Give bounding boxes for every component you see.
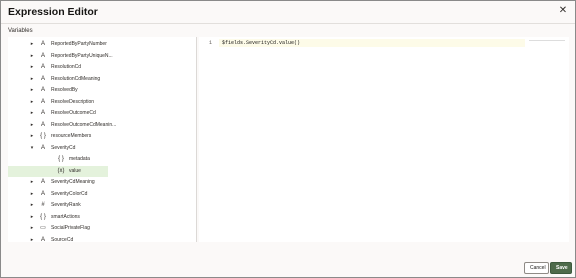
variable-label: metadata [69, 156, 90, 162]
expand-icon[interactable]: ▸ [29, 235, 35, 243]
dialog-title: Expression Editor [8, 6, 98, 18]
code-editor[interactable]: 1 $fields.SeverityCd.value() [199, 37, 569, 242]
expand-icon[interactable]: ▸ [29, 120, 35, 131]
expand-icon[interactable]: ▸ [29, 39, 35, 50]
variable-type-icon: A [40, 75, 45, 82]
variable-type-icon: A [40, 87, 45, 93]
collapse-icon[interactable]: ▾ [29, 143, 35, 154]
variable-label: SeverityCdMeaning [51, 179, 95, 185]
expand-icon[interactable]: ▸ [29, 108, 35, 119]
variable-type-icon: (x) [57, 167, 65, 174]
variable-item-socialprivateflag[interactable]: ▸ ▭ SocialPrivateFlag [8, 223, 196, 234]
variable-type-icon: A [40, 41, 45, 47]
variable-item-severityrank[interactable]: ▸ # SeverityRank [8, 200, 196, 211]
variables-label: Variables [8, 28, 33, 34]
variable-type-icon: { } [40, 213, 46, 220]
variable-item-resolvedescription[interactable]: ▸ A ResolveDescription [8, 97, 196, 108]
line-number: 1 [209, 40, 213, 46]
variable-item-reportedbypartynumber[interactable]: ▸ A ReportedByPartyNumber [8, 39, 196, 50]
expand-icon[interactable]: ▸ [29, 223, 35, 234]
expand-icon[interactable]: ▸ [29, 97, 35, 108]
expand-icon[interactable]: ▸ [29, 74, 35, 85]
variable-type-icon: A [40, 64, 45, 70]
expand-icon[interactable]: ▸ [29, 200, 35, 211]
variable-item-severitycd[interactable]: ▾ A SeverityCd [8, 143, 196, 154]
expression-editor-dialog: Expression Editor ✕ Variables ▸ A Reported… [0, 0, 576, 278]
save-button[interactable]: Save [550, 262, 572, 274]
variable-item-metadata[interactable]: { } metadata [8, 154, 196, 165]
variable-label: SeverityColorCd [51, 190, 88, 197]
variable-item-sourcecd[interactable]: ▸ A SourceCd [8, 235, 196, 243]
variable-type-icon: A [40, 121, 45, 128]
variable-type-icon: { } [58, 156, 64, 162]
dialog-footer [1, 257, 575, 277]
variable-type-icon: A [40, 236, 45, 243]
variable-label: ResolutionCd [51, 64, 82, 70]
variable-type-icon: { } [40, 133, 46, 139]
variable-label: smartActions [51, 213, 80, 220]
variable-label: SocialPrivateFlag [51, 225, 90, 231]
variable-type-icon: A [40, 190, 45, 197]
variable-label: ResolveDescription [51, 98, 95, 105]
variable-item-resolveoutcomecdmeanin[interactable]: ▸ A ResolveOutcomeCdMeanin... [8, 120, 196, 131]
variable-type-icon: # [41, 202, 45, 208]
variable-label: SeverityCd [51, 144, 76, 151]
variable-type-icon: A [40, 144, 45, 151]
expand-icon[interactable]: ▸ [29, 62, 35, 73]
expand-icon[interactable]: ▸ [29, 212, 35, 223]
variables-tree: ▸ A ReportedByPartyNumber ▸ A ReportedByParty… [8, 37, 197, 242]
variable-label: ReportedByPartyUniqueN... [51, 52, 113, 59]
variable-label: resourceMembers [51, 133, 92, 139]
expand-icon[interactable]: ▸ [29, 51, 35, 62]
variable-item-reportedbypartyuniquen[interactable]: ▸ A ReportedByPartyUniqueN... [8, 51, 196, 62]
variable-label: ResolveOutcomeCd [51, 110, 96, 116]
variable-label: SourceCd [51, 236, 74, 243]
variable-type-icon: A [40, 98, 45, 105]
variable-type-icon: ▭ [40, 225, 46, 231]
variable-label: SeverityRank [51, 202, 81, 208]
variable-item-resolutioncdmeaning[interactable]: ▸ A ResolutionCdMeaning [8, 74, 196, 85]
variable-item-resolvedby[interactable]: ▸ A ResolvedBy [8, 85, 196, 96]
variable-label: value [69, 167, 81, 174]
cancel-button[interactable]: Cancel [524, 262, 549, 274]
variable-item-resourcemembers[interactable]: ▸ { } resourceMembers [8, 131, 196, 142]
expand-icon[interactable]: ▸ [29, 189, 35, 200]
variable-item-smartactions[interactable]: ▸ { } smartActions [8, 212, 196, 223]
variable-item-severitycolorcd[interactable]: ▸ A SeverityColorCd [8, 189, 196, 200]
variable-label: ResolutionCdMeaning [51, 75, 101, 82]
variable-type-icon: A [40, 179, 45, 185]
variable-label: ResolvedBy [51, 87, 78, 93]
variable-type-icon: A [40, 52, 45, 59]
variable-item-value[interactable]: (x) value [8, 165, 108, 177]
code-line[interactable]: $fields.SeverityCd.value() [222, 40, 300, 46]
variable-type-icon: A [40, 110, 45, 116]
dialog-header: Expression Editor ✕ [1, 1, 575, 24]
expand-icon[interactable]: ▸ [29, 177, 35, 188]
variable-item-resolveoutcomecd[interactable]: ▸ A ResolveOutcomeCd [8, 108, 196, 119]
expand-icon[interactable]: ▸ [29, 131, 35, 142]
variable-item-resolutioncd[interactable]: ▸ A ResolutionCd [8, 62, 196, 73]
variable-label: ReportedByPartyNumber [51, 41, 107, 47]
close-icon[interactable]: ✕ [557, 5, 569, 17]
editor-ruler [529, 40, 565, 41]
expand-icon[interactable]: ▸ [29, 85, 35, 96]
variable-item-severitycdmeaning[interactable]: ▸ A SeverityCdMeaning [8, 177, 196, 188]
variable-label: ResolveOutcomeCdMeanin... [51, 121, 117, 128]
